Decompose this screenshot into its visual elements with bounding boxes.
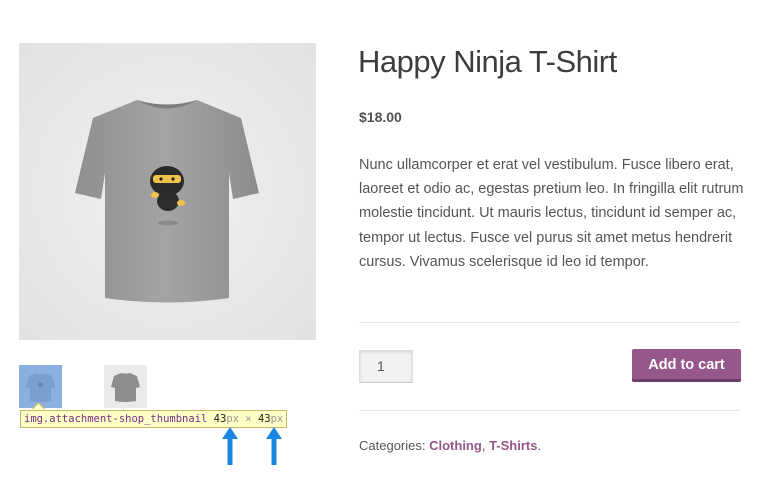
tooltip-width: 43 bbox=[213, 413, 227, 425]
categories-label: Categories: bbox=[359, 438, 426, 453]
add-to-cart-button[interactable]: Add to cart bbox=[632, 349, 741, 382]
tooltip-width-unit: px bbox=[226, 413, 239, 425]
quantity-input[interactable]: 1 bbox=[359, 350, 413, 383]
tshirt-image bbox=[19, 43, 316, 340]
product-description: Nunc ullamcorper et erat vel vestibulum.… bbox=[359, 157, 744, 270]
divider bbox=[359, 410, 740, 411]
up-arrow-icon bbox=[266, 427, 282, 465]
product-categories: Categories: Clothing, T-Shirts. bbox=[359, 438, 541, 453]
devtools-inspect-tooltip: img.attachment-shop_thumbnail 43px × 43p… bbox=[20, 410, 288, 428]
up-arrow-icon bbox=[222, 427, 238, 465]
tooltip-height: 43 bbox=[257, 413, 271, 425]
tooltip-times: × bbox=[245, 413, 252, 425]
divider bbox=[359, 322, 740, 323]
thumbnail-1[interactable] bbox=[19, 365, 62, 408]
category-end: . bbox=[537, 438, 542, 453]
category-separator: , bbox=[481, 438, 490, 453]
tooltip-height-unit: px bbox=[270, 413, 284, 425]
thumbnail-2[interactable] bbox=[104, 365, 147, 408]
product-title: Happy Ninja T-Shirt bbox=[358, 44, 617, 79]
tshirt-thumbnail bbox=[104, 365, 147, 408]
category-link-tshirts[interactable]: T-Shirts bbox=[489, 438, 537, 453]
tooltip-selector: img.attachment-shop_thumbnail bbox=[24, 413, 208, 425]
inspect-highlight-overlay bbox=[19, 365, 62, 408]
product-main-image[interactable] bbox=[19, 43, 316, 340]
product-price: $18.00 bbox=[359, 109, 402, 125]
category-link-clothing[interactable]: Clothing bbox=[429, 438, 482, 453]
